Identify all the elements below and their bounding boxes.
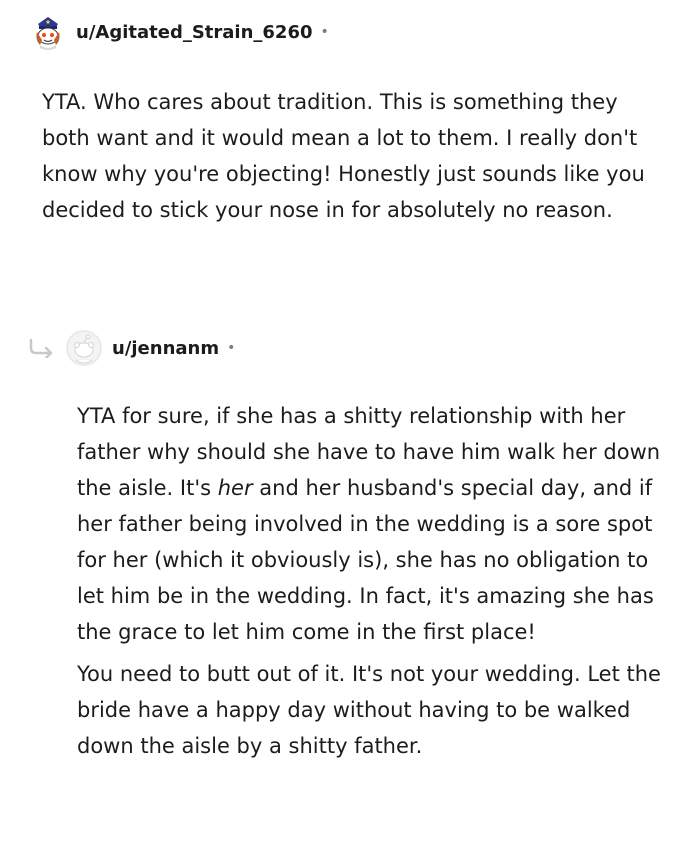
meta-separator: • bbox=[320, 24, 329, 40]
snoo-avatar-icon[interactable] bbox=[30, 14, 66, 50]
emphasis-text: her bbox=[217, 476, 253, 500]
reply-comment: u/jennanm • YTA for sure, if she has a s… bbox=[0, 326, 700, 758]
comment-body: YTA. Who cares about tradition. This is … bbox=[42, 84, 662, 228]
text-segment: and her husband's special day, and if he… bbox=[77, 476, 654, 644]
comment-header: u/jennanm • bbox=[0, 326, 700, 370]
default-snoo-avatar-icon[interactable] bbox=[66, 330, 102, 366]
comment-author[interactable]: u/jennanm bbox=[112, 338, 219, 359]
comment-body: YTA for sure, if she has a shitty relati… bbox=[77, 398, 677, 764]
reply-thread-arrow-icon bbox=[29, 338, 53, 358]
comment-author[interactable]: u/Agitated_Strain_6260 bbox=[76, 22, 313, 43]
comment-header: u/Agitated_Strain_6260 • bbox=[0, 10, 700, 54]
meta-separator: • bbox=[227, 340, 236, 356]
comment-text: You need to butt out of it. It's not you… bbox=[77, 662, 661, 758]
comment: u/Agitated_Strain_6260 • YTA. Who cares … bbox=[0, 10, 700, 222]
comment-text: YTA. Who cares about tradition. This is … bbox=[42, 90, 645, 222]
comment-text: YTA for sure, if she has a shitty relati… bbox=[77, 398, 677, 650]
